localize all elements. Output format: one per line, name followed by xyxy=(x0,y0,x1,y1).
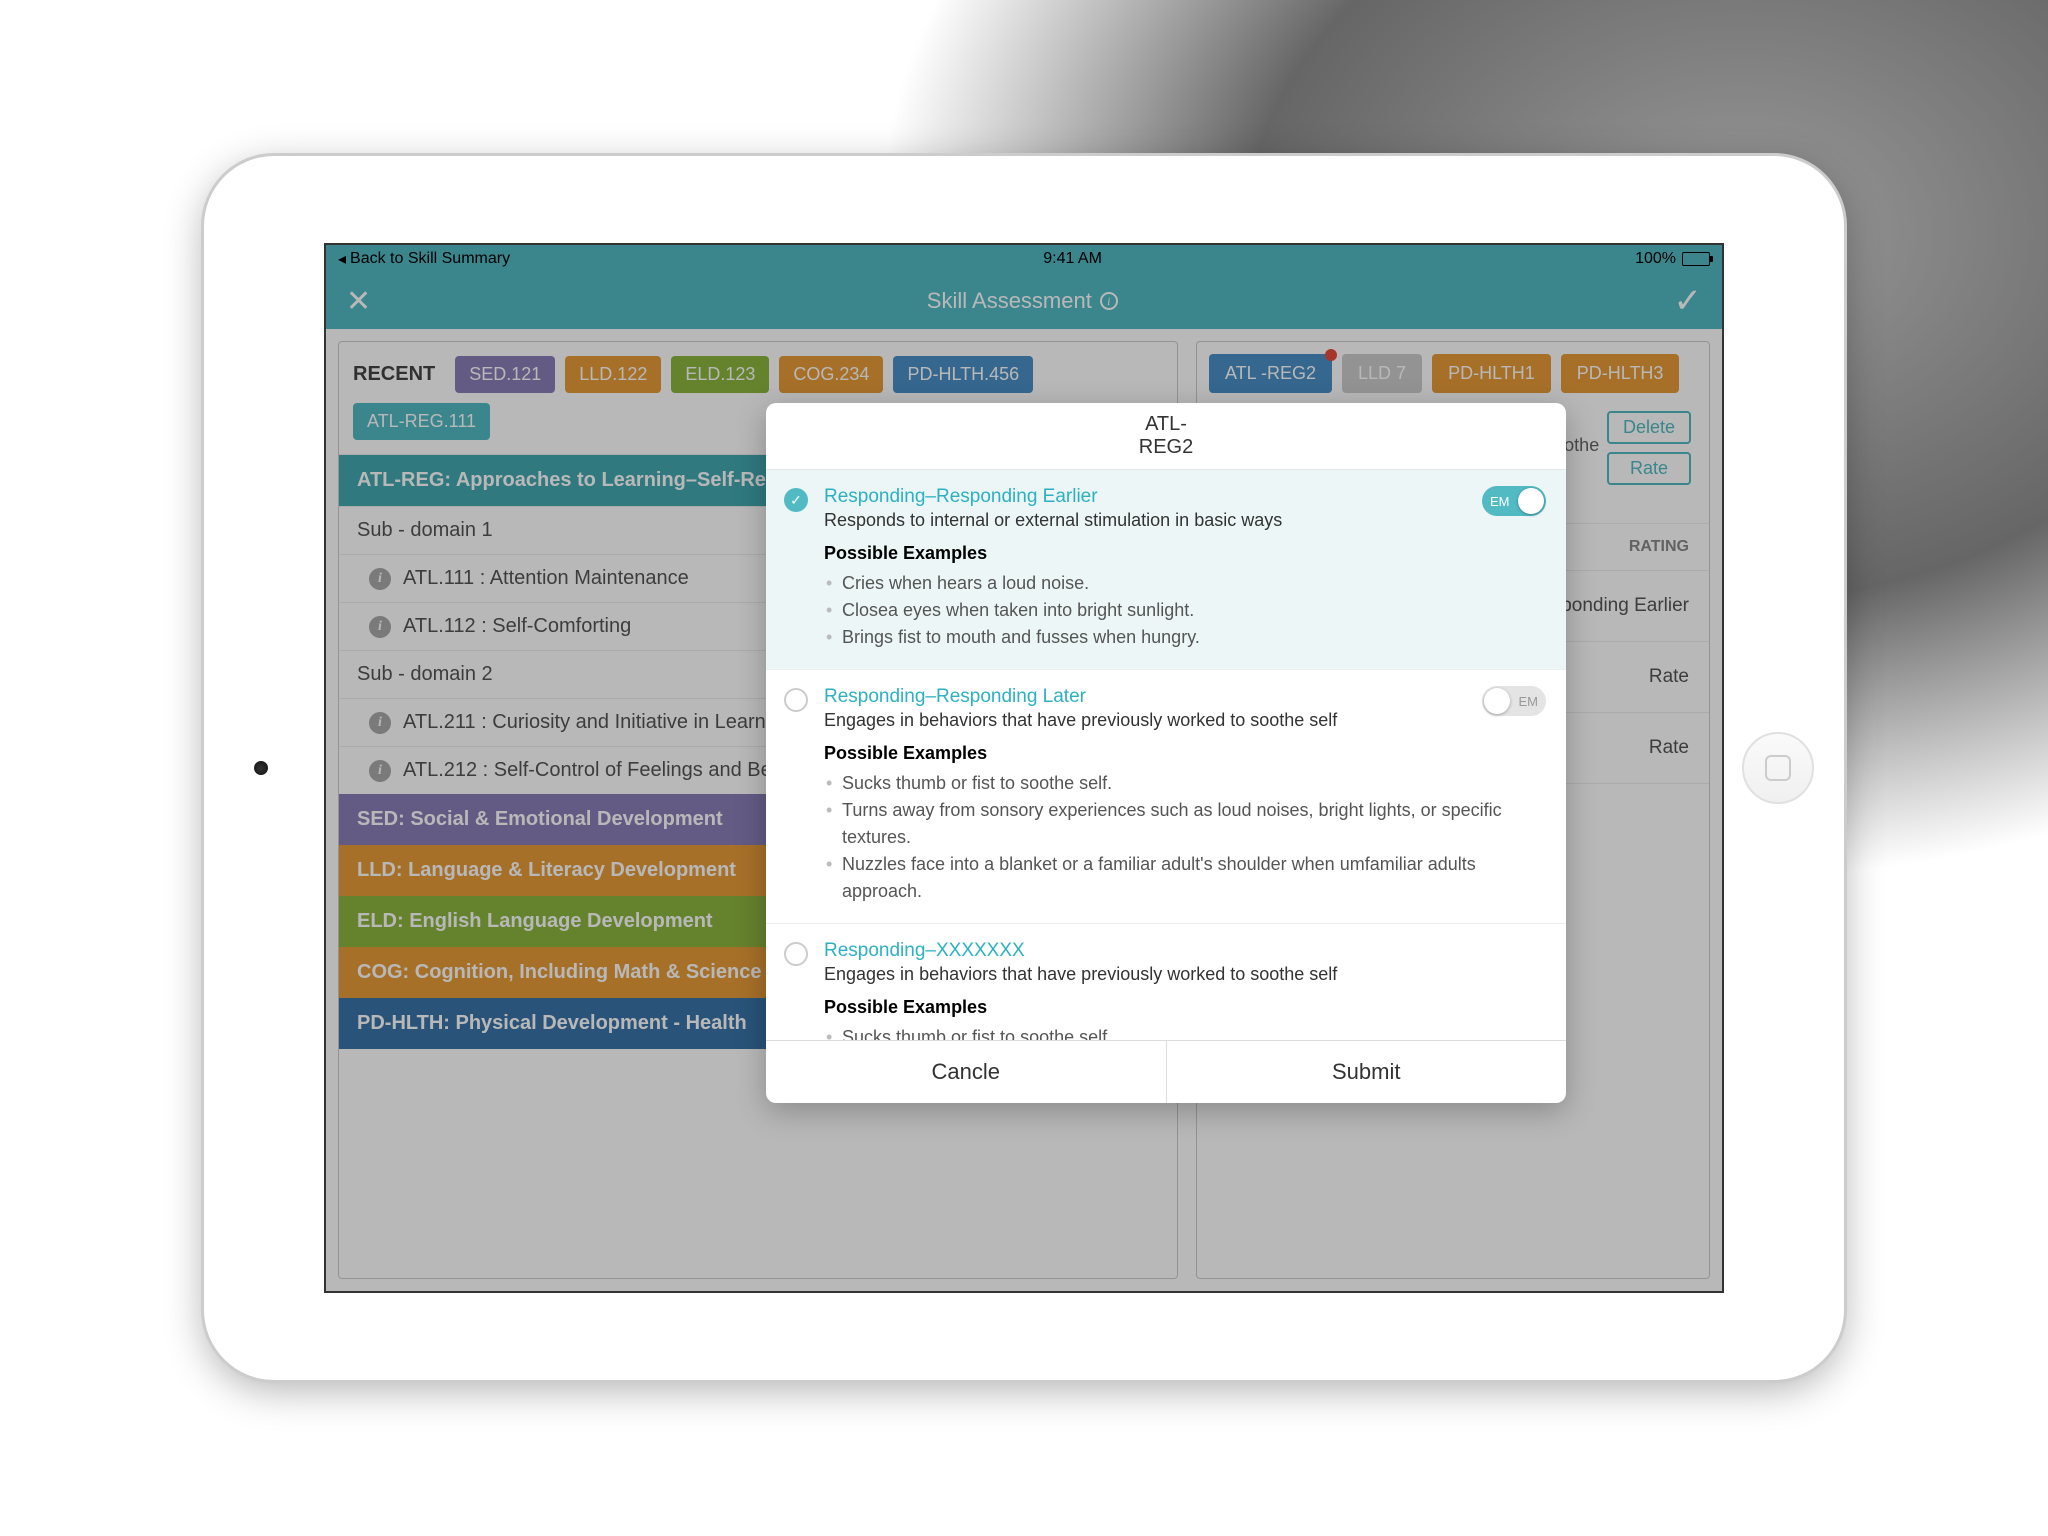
option-description: Engages in behaviors that have previousl… xyxy=(824,964,1546,985)
submit-button[interactable]: Submit xyxy=(1167,1041,1567,1103)
example-item: Turns away from sonsory experiences such… xyxy=(824,797,1546,851)
option-description: Responds to internal or external stimula… xyxy=(824,510,1546,531)
example-item: Sucks thumb or fist to soothe self. xyxy=(824,770,1546,797)
option-title: Responding–Responding Earlier xyxy=(824,486,1546,508)
example-item: Closea eyes when taken into bright sunli… xyxy=(824,597,1546,624)
option-title: Responding–Responding Later xyxy=(824,686,1546,708)
example-item: Brings fist to mouth and fusses when hun… xyxy=(824,624,1546,651)
option-description: Engages in behaviors that have previousl… xyxy=(824,710,1546,731)
examples-heading: Possible Examples xyxy=(824,997,1546,1018)
cancel-button[interactable]: Cancle xyxy=(766,1041,1167,1103)
examples-heading: Possible Examples xyxy=(824,743,1546,764)
modal-title: ATL- REG2 xyxy=(766,403,1566,470)
example-item: Cries when hears a loud noise. xyxy=(824,570,1546,597)
radio-checked-icon[interactable]: ✓ xyxy=(784,488,808,512)
option-responding-later[interactable]: EM Responding–Responding Later Engages i… xyxy=(766,670,1566,924)
option-responding-earlier[interactable]: ✓ EM Responding–Responding Earlier Respo… xyxy=(766,470,1566,670)
examples-heading: Possible Examples xyxy=(824,543,1546,564)
radio-unchecked-icon[interactable] xyxy=(784,942,808,966)
home-button[interactable] xyxy=(1742,732,1814,804)
example-item: Sucks thumb or fist to soothe self. xyxy=(824,1024,1546,1040)
example-item: Nuzzles face into a blanket or a familia… xyxy=(824,851,1546,905)
em-toggle[interactable]: EM xyxy=(1482,686,1546,716)
rating-modal: ATL- REG2 ✓ EM Responding–Responding Ear… xyxy=(766,403,1566,1103)
option-responding-x[interactable]: Responding–XXXXXXX Engages in behaviors … xyxy=(766,924,1566,1040)
option-title: Responding–XXXXXXX xyxy=(824,940,1546,962)
radio-unchecked-icon[interactable] xyxy=(784,688,808,712)
em-toggle[interactable]: EM xyxy=(1482,486,1546,516)
